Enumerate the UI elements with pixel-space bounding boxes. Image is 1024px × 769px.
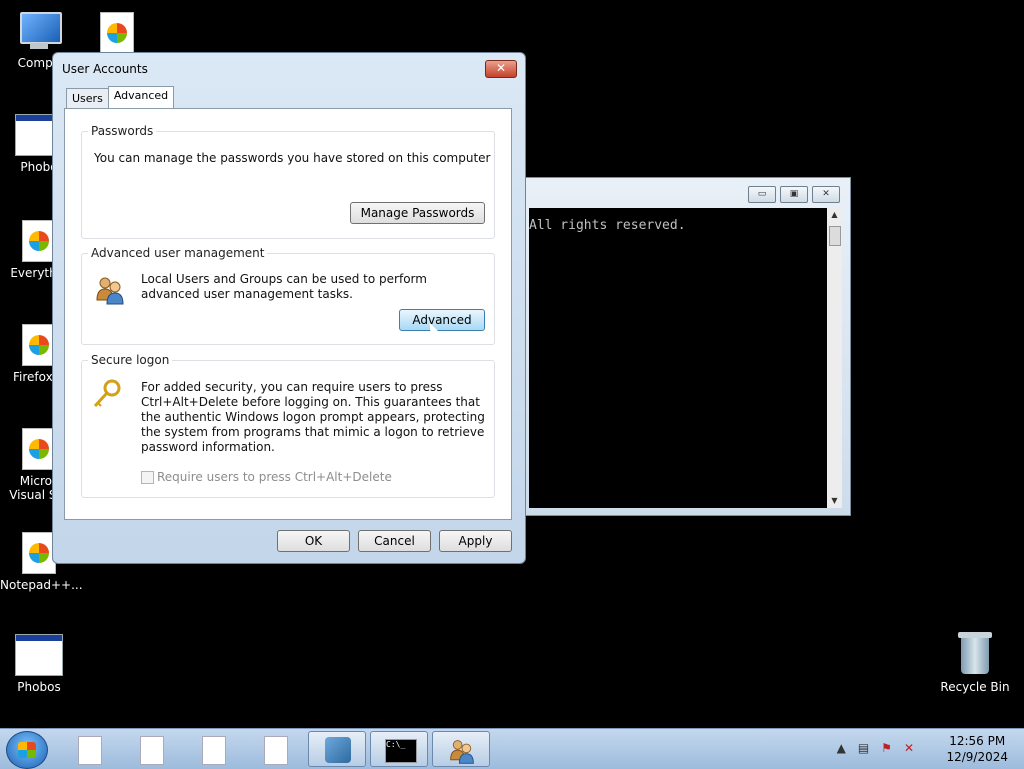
document-icon	[22, 324, 56, 366]
users-icon	[96, 277, 124, 305]
taskbar-item-doc[interactable]	[122, 731, 180, 767]
scroll-up-icon[interactable]: ▲	[827, 208, 842, 222]
passwords-text: You can manage the passwords you have st…	[94, 151, 491, 165]
cancel-button[interactable]: Cancel	[358, 530, 431, 552]
taskbar: C:\_ ▲ ▤ ⚑ ✕ 12:56 PM 12/9/2024	[0, 728, 1024, 769]
passwords-group: Passwords You can manage the passwords y…	[81, 124, 495, 239]
system-tray: ▲ ▤ ⚑ ✕	[837, 741, 914, 755]
flag-alert-icon[interactable]: ⚑	[881, 741, 892, 755]
console-output[interactable]: All rights reserved.	[529, 208, 827, 508]
apply-button[interactable]: Apply	[439, 530, 512, 552]
document-icon	[22, 532, 56, 574]
show-hidden-icons-icon[interactable]: ▲	[837, 741, 846, 755]
ok-button[interactable]: OK	[277, 530, 350, 552]
console-scrollbar[interactable]: ▲ ▼	[827, 208, 842, 508]
document-icon	[100, 12, 134, 54]
computer-icon	[16, 12, 62, 52]
minimize-button[interactable]: ▭	[748, 186, 776, 203]
key-icon	[93, 379, 121, 408]
secure-logon-text: For added security, you can require user…	[141, 380, 485, 454]
network-icon[interactable]: ▤	[858, 741, 869, 755]
scroll-thumb[interactable]	[829, 226, 841, 246]
clock-date: 12/9/2024	[946, 750, 1008, 764]
recycle-bin-icon	[958, 632, 992, 676]
ctrl-alt-delete-checkbox[interactable]	[141, 471, 154, 484]
taskbar-item-installer[interactable]	[308, 731, 366, 767]
document-icon	[78, 736, 102, 765]
advanced-button[interactable]: Advanced	[399, 309, 485, 331]
taskbar-item-doc[interactable]	[184, 731, 242, 767]
installer-icon	[325, 737, 351, 763]
tab-advanced[interactable]: Advanced	[107, 86, 175, 110]
cmd-icon: C:\_	[385, 739, 417, 763]
windows-logo-icon	[18, 742, 36, 758]
scroll-down-icon[interactable]: ▼	[827, 494, 842, 508]
document-icon	[140, 736, 164, 765]
desktop-icon-label: Recycle Bin	[940, 680, 1010, 694]
start-button[interactable]	[6, 731, 48, 769]
close-button[interactable]: ✕	[812, 186, 840, 203]
desktop-icon-recycle-bin[interactable]: Recycle Bin	[936, 632, 1014, 694]
window-app-icon	[15, 634, 63, 676]
manage-passwords-button[interactable]: Manage Passwords	[350, 202, 485, 224]
tab-panel-advanced: Passwords You can manage the passwords y…	[64, 108, 512, 520]
taskbar-item-doc[interactable]	[60, 731, 118, 767]
document-icon	[202, 736, 226, 765]
secure-logon-group: Secure logon For added security, you can…	[81, 353, 495, 498]
document-icon	[22, 220, 56, 262]
clock[interactable]: 12:56 PM 12/9/2024	[946, 733, 1008, 765]
desktop-icon-doc[interactable]	[78, 12, 156, 54]
clock-time: 12:56 PM	[949, 734, 1006, 748]
console-window[interactable]: ▭ ▣ ✕ All rights reserved. ▲ ▼	[524, 177, 851, 516]
taskbar-item-cmd[interactable]: C:\_	[370, 731, 428, 767]
desktop-icon-label: Notepad++...	[0, 578, 83, 592]
document-icon	[264, 736, 288, 765]
desktop-icon-phobos[interactable]: Phobos	[0, 634, 78, 694]
secure-logon-heading: Secure logon	[88, 353, 173, 367]
taskbar-item-doc[interactable]	[246, 731, 304, 767]
document-icon	[22, 428, 56, 470]
advanced-text: Local Users and Groups can be used to pe…	[141, 272, 427, 301]
volume-muted-icon[interactable]: ✕	[904, 741, 914, 755]
console-text: All rights reserved.	[529, 218, 686, 233]
ctrl-alt-delete-label[interactable]: Require users to press Ctrl+Alt+Delete	[157, 470, 392, 485]
dialog-title: User Accounts	[62, 62, 148, 76]
dialog-close-button[interactable]: ✕	[485, 60, 517, 78]
passwords-heading: Passwords	[88, 124, 157, 138]
users-icon	[450, 740, 474, 764]
user-accounts-dialog: User Accounts ✕ Users Advanced Passwords…	[52, 52, 526, 564]
desktop-icon-label: Phobos	[17, 680, 61, 694]
taskbar-item-user-accounts[interactable]	[432, 731, 490, 767]
advanced-heading: Advanced user management	[88, 246, 268, 260]
maximize-button[interactable]: ▣	[780, 186, 808, 203]
